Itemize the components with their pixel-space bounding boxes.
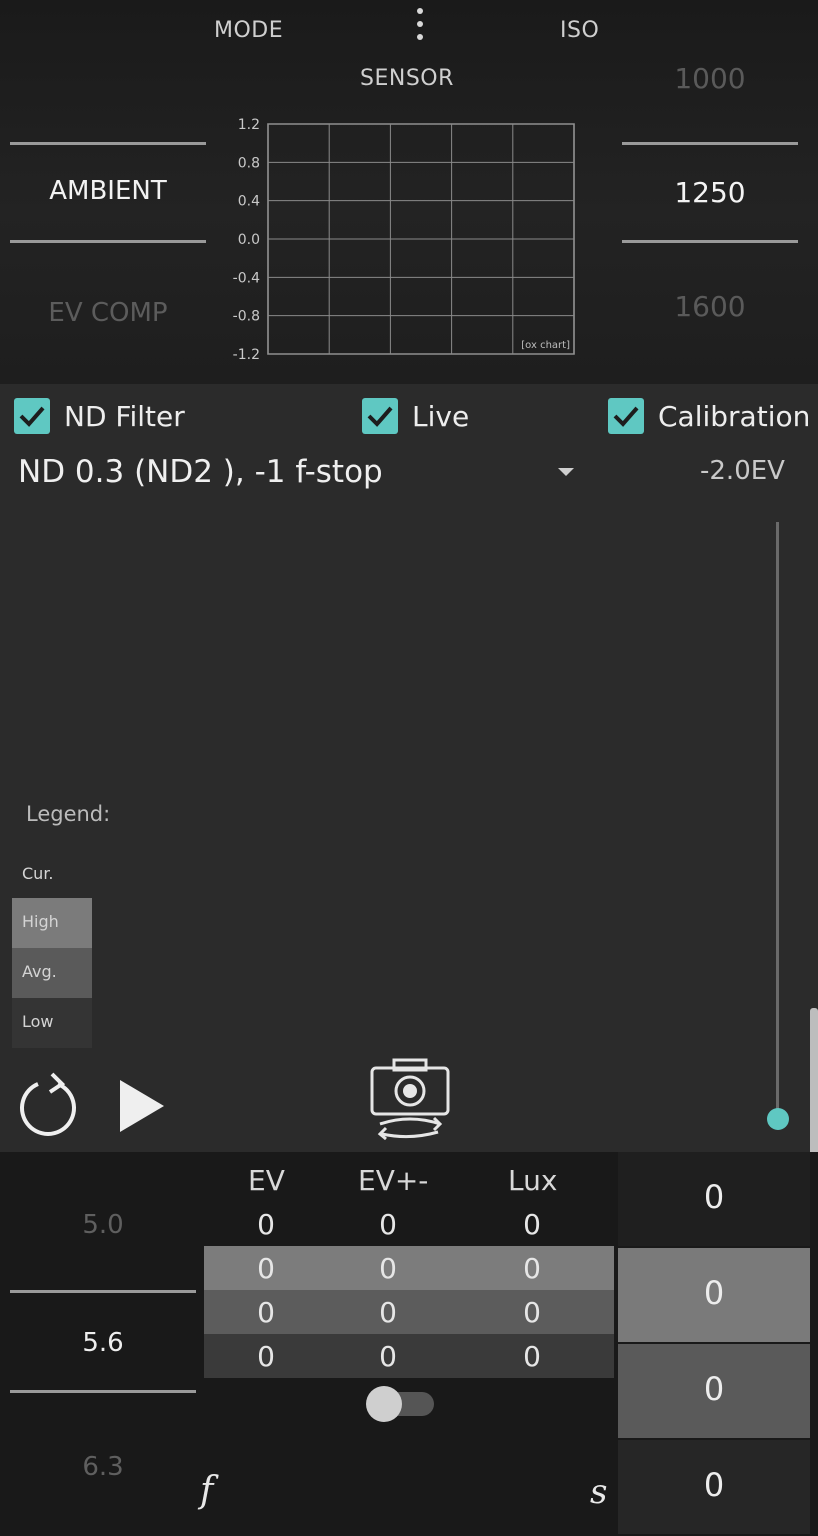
table-cell: 0	[379, 1252, 397, 1285]
iso-picker-prev[interactable]: 1000	[622, 62, 798, 95]
column-header-lux: Lux	[508, 1164, 558, 1197]
exposure-panel: 5.0 5.6 6.3 EV EV+- Lux 0 0 0 0 0 0 0 0 …	[0, 1152, 818, 1536]
aperture-divider-bottom	[10, 1390, 196, 1393]
chart-y-tick-label: -0.4	[233, 270, 260, 286]
column-header-ev: EV	[248, 1164, 285, 1197]
play-icon[interactable]	[116, 1076, 168, 1136]
dropdown-arrow-icon[interactable]	[556, 462, 580, 482]
camera-switch-icon[interactable]	[368, 1054, 452, 1140]
mode-picker-next[interactable]: EV COMP	[10, 298, 206, 328]
shutter-picker-item[interactable]: 0	[618, 1344, 810, 1438]
chart-y-tick-label: -1.2	[233, 347, 260, 363]
mode-picker-selected[interactable]: AMBIENT	[10, 176, 206, 206]
chart-y-tick-label: 0.4	[238, 194, 260, 210]
shutter-picker-item[interactable]: 0	[618, 1440, 810, 1534]
sensor-label: SENSOR	[360, 66, 454, 91]
iso-picker-divider-bottom	[622, 240, 798, 243]
iso-label: ISO	[560, 18, 600, 43]
sensor-chart: 1.2 0.8 0.4 0.0 -0.4 -0.8 -1.2 [ox chart]	[233, 117, 575, 363]
table-cell: 0	[523, 1340, 541, 1373]
legend-low: Low	[12, 998, 92, 1048]
chart-annotation: [ox chart]	[521, 340, 570, 351]
table-cell: 0	[257, 1252, 275, 1285]
nd-filter-select[interactable]: ND 0.3 (ND2 ), -1 f-stop	[18, 454, 383, 490]
calibration-label: Calibration	[658, 399, 811, 433]
aperture-divider-top	[10, 1290, 196, 1293]
chart-y-tick-label: 0.0	[238, 232, 260, 248]
table-cell: 0	[379, 1208, 397, 1241]
ev-readout: -2.0EV	[700, 456, 785, 486]
check-icon	[14, 398, 50, 434]
mode-picker-divider-bottom	[10, 240, 206, 243]
legend-cur: Cur.	[22, 864, 54, 883]
table-row-avg: 0 0 0	[204, 1290, 614, 1334]
check-icon	[608, 398, 644, 434]
calibration-checkbox[interactable]: Calibration	[608, 398, 810, 434]
table-cell: 0	[523, 1252, 541, 1285]
chart-y-tick-label: 0.8	[238, 155, 260, 171]
legend-avg: Avg.	[12, 948, 92, 998]
legend-title: Legend:	[26, 802, 111, 826]
chart-y-tick-label: 1.2	[238, 117, 260, 133]
aperture-picker-prev[interactable]: 5.0	[10, 1210, 196, 1240]
ev-slider-track[interactable]	[776, 522, 779, 1120]
mode-toggle-switch[interactable]	[366, 1386, 438, 1422]
mode-picker-divider-top	[10, 142, 206, 145]
aperture-picker-next[interactable]: 6.3	[10, 1452, 196, 1482]
table-cell: 0	[257, 1296, 275, 1329]
iso-picker-selected[interactable]: 1250	[622, 176, 798, 209]
legend-high: High	[12, 898, 92, 948]
chart-y-tick-label: -0.8	[233, 309, 260, 325]
top-controls: MODE ISO SENSOR AMBIENT EV COMP 1000 125…	[0, 0, 818, 384]
toggle-knob	[366, 1386, 402, 1422]
aperture-picker-selected[interactable]: 5.6	[10, 1328, 196, 1358]
nd-filter-checkbox[interactable]: ND Filter	[14, 398, 185, 434]
table-cell: 0	[379, 1340, 397, 1373]
mode-label: MODE	[214, 18, 284, 43]
table-cell: 0	[257, 1340, 275, 1373]
iso-picker-next[interactable]: 1600	[622, 290, 798, 323]
live-label: Live	[412, 399, 470, 433]
check-icon	[362, 398, 398, 434]
shutter-picker-item[interactable]: 0	[618, 1152, 810, 1246]
nd-filter-label: ND Filter	[64, 399, 185, 433]
more-vertical-icon[interactable]	[408, 4, 432, 44]
iso-picker-divider-top	[622, 142, 798, 145]
table-cell: 0	[523, 1296, 541, 1329]
table-cell: 0	[379, 1296, 397, 1329]
shutter-picker-item[interactable]: 0	[618, 1248, 810, 1342]
table-cell: 0	[523, 1208, 541, 1241]
live-checkbox[interactable]: Live	[362, 398, 469, 434]
table-row-high: 0 0 0	[204, 1246, 614, 1290]
table-cell: 0	[257, 1208, 275, 1241]
reset-icon[interactable]	[16, 1070, 80, 1138]
shutter-unit-label: s	[590, 1472, 608, 1512]
aperture-unit-label: f	[200, 1470, 214, 1511]
ev-slider-thumb[interactable]	[767, 1108, 789, 1130]
column-header-ev-plus-minus: EV+-	[358, 1164, 429, 1197]
table-row-low: 0 0 0	[204, 1334, 614, 1378]
table-row-cur: 0 0 0	[204, 1202, 614, 1246]
